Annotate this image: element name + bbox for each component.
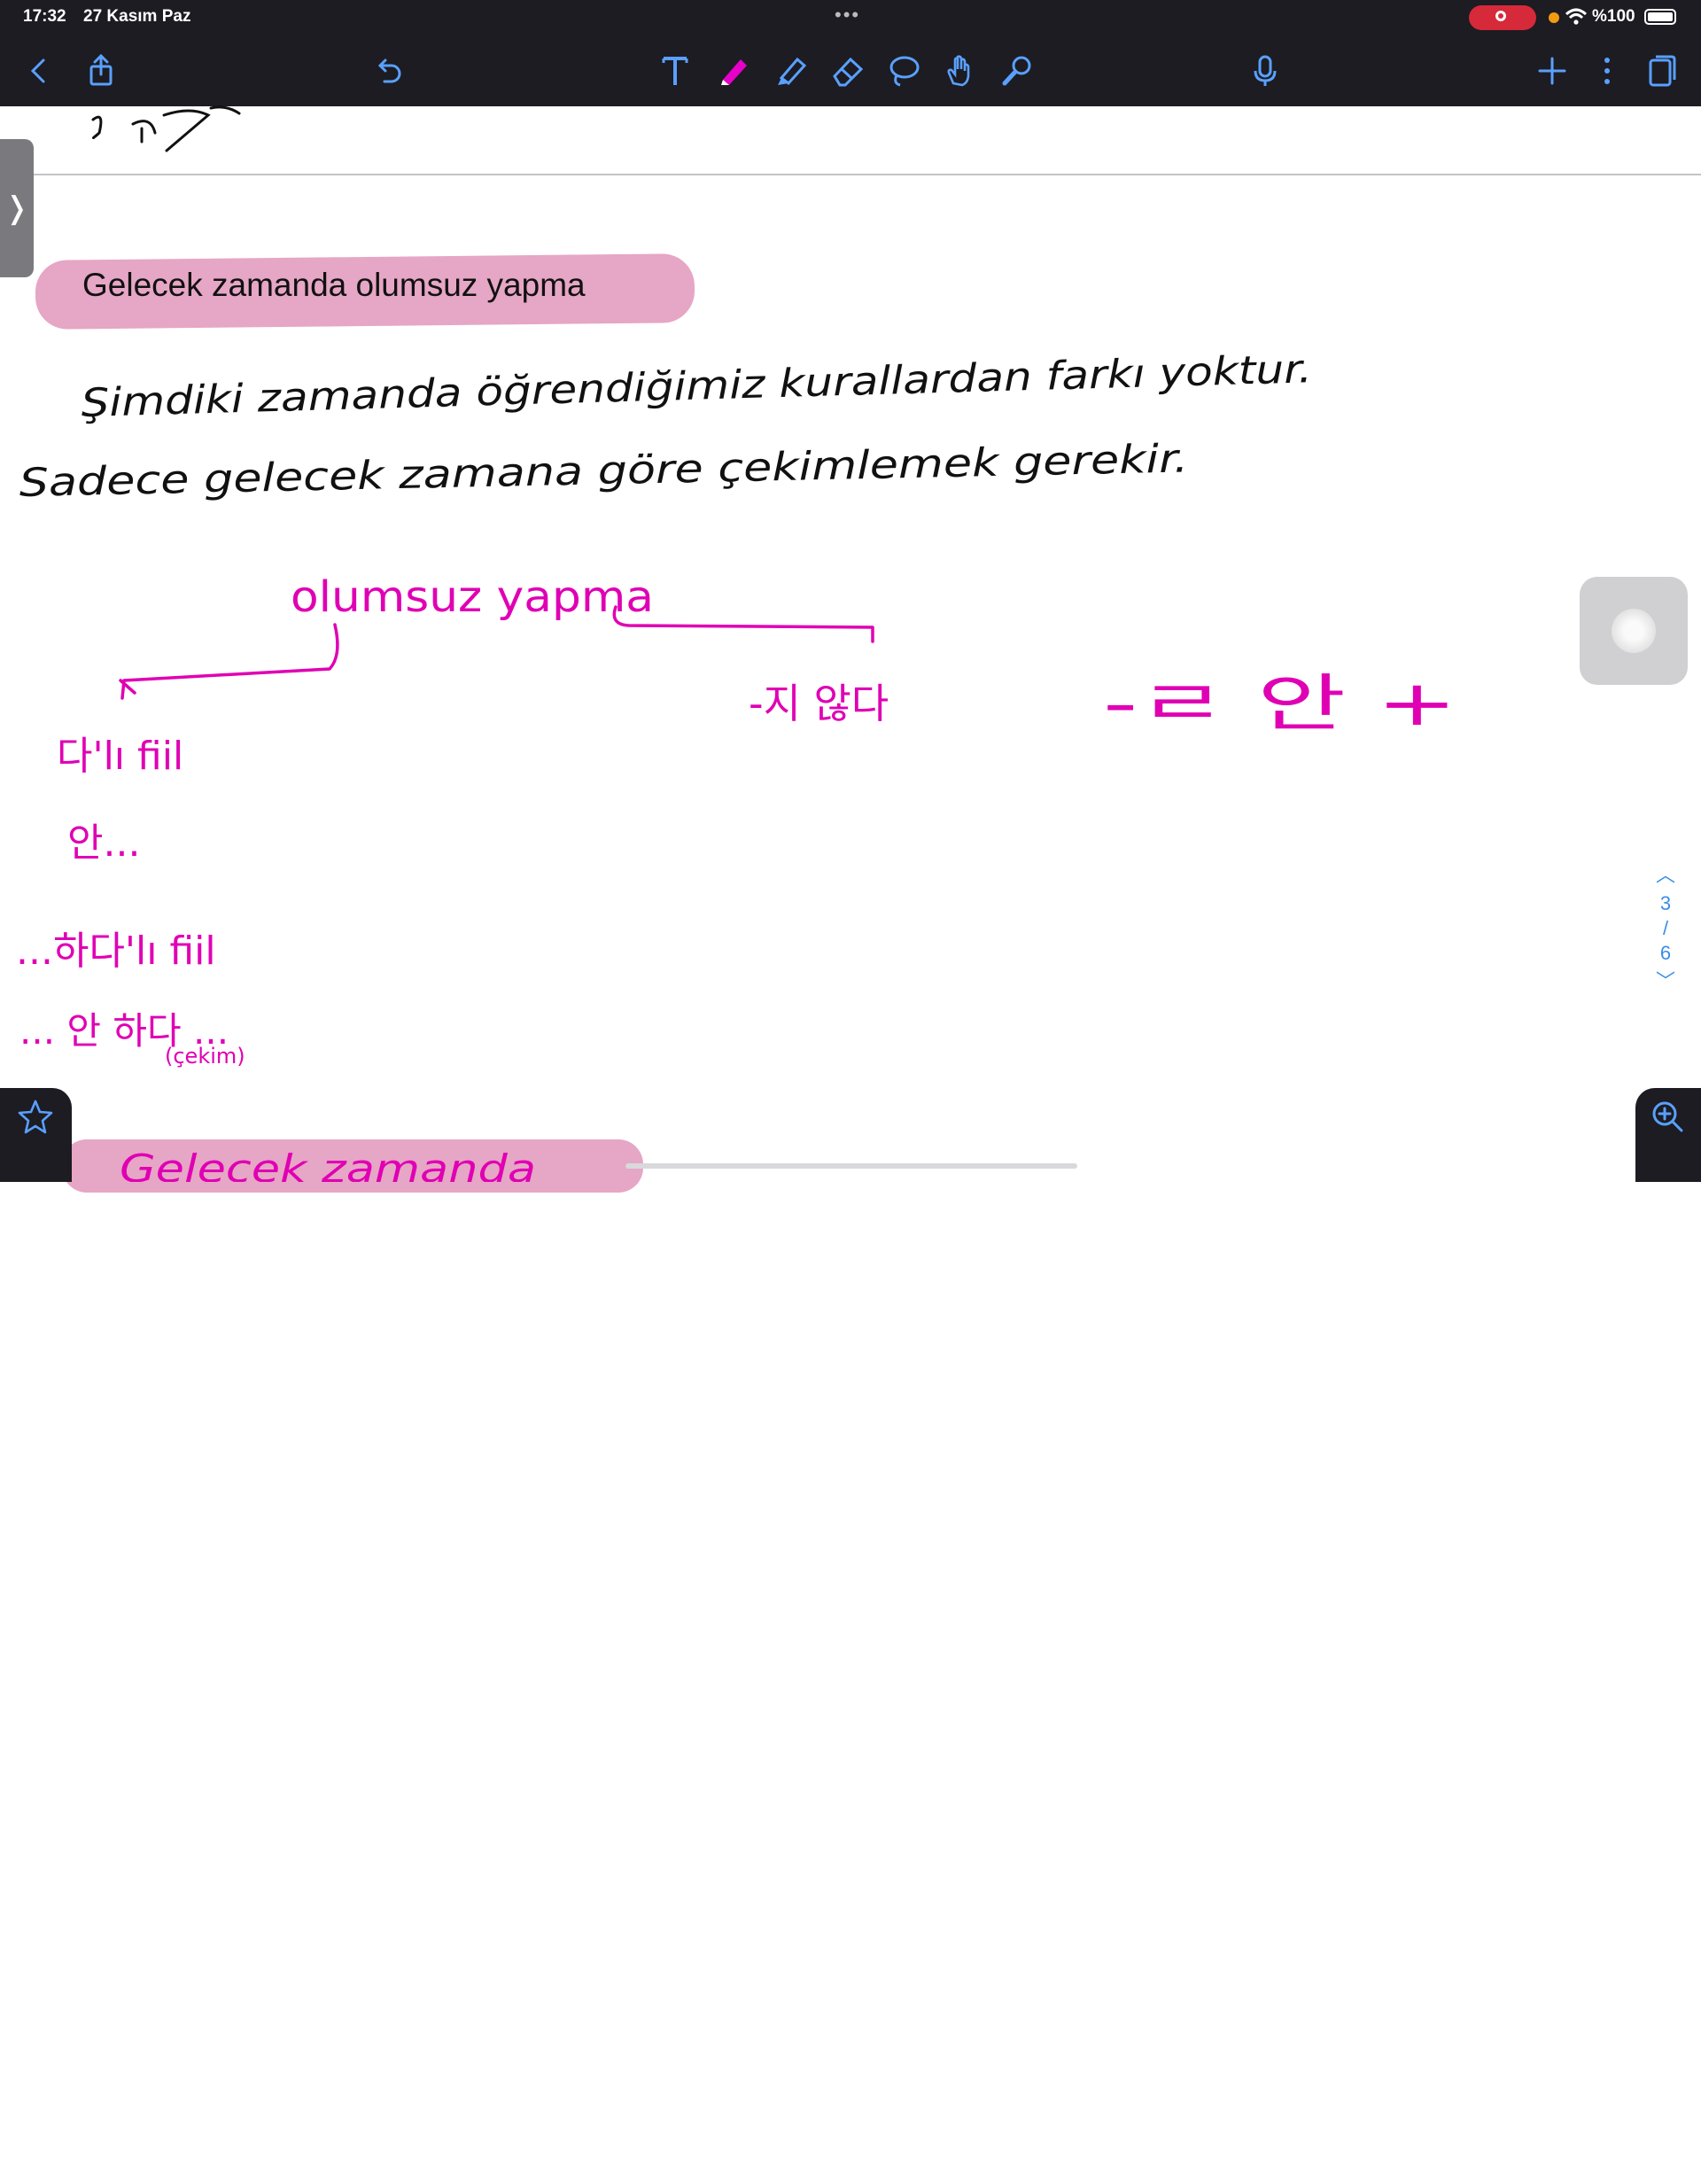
mic-in-use-dot-icon [1549,12,1559,23]
page-separator [0,174,1701,175]
microphone-icon[interactable] [1244,50,1286,92]
status-date: 27 Kasım Paz [83,7,191,26]
undo-icon[interactable] [367,50,409,92]
status-bar: 17:32 27 Kasım Paz ••• %100 [0,0,1701,35]
lasso-icon[interactable] [882,50,925,92]
more-icon[interactable] [1586,50,1628,92]
favorite-button[interactable] [0,1088,72,1182]
floating-drag-handle[interactable] [1580,577,1688,685]
laser-pointer-icon[interactable] [996,50,1038,92]
eraser-icon[interactable] [826,50,868,92]
zoom-button[interactable] [1635,1088,1701,1182]
hand-icon[interactable] [939,50,982,92]
pages-icon[interactable] [1641,50,1683,92]
toolbar [0,35,1701,106]
screen-recording-indicator[interactable] [1469,5,1536,30]
star-icon [18,1100,53,1134]
zoom-in-icon [1652,1101,1683,1132]
multitasking-dots-icon[interactable]: ••• [835,4,860,27]
battery-icon [1644,9,1676,25]
chevron-right-icon: ❭ [4,191,30,225]
pen-icon[interactable] [712,50,755,92]
add-page-icon[interactable] [1531,50,1573,92]
total-page-count: 6 [1659,942,1672,964]
wifi-icon [1565,8,1588,25]
sidebar-toggle-tab[interactable]: ❭ [0,139,34,277]
share-icon[interactable] [80,50,122,92]
current-page-number: 3 [1659,892,1672,914]
chevron-up-icon[interactable]: ︿ [1648,859,1683,891]
chevron-down-icon[interactable]: ﹀ [1648,966,1683,998]
status-time: 17:32 [23,7,66,26]
back-icon[interactable] [18,50,60,92]
battery-percent: %100 [1592,7,1635,26]
page-indicator: ︿ 3 / 6 ﹀ [1648,859,1683,998]
note-heading: Gelecek zamanda olumsuz yapma [82,267,586,303]
next-heading-highlight [62,1139,643,1193]
text-tool-icon[interactable] [654,50,696,92]
home-indicator[interactable] [625,1163,1077,1169]
page-separator-slash: / [1662,917,1669,939]
highlighter-icon[interactable] [769,50,812,92]
